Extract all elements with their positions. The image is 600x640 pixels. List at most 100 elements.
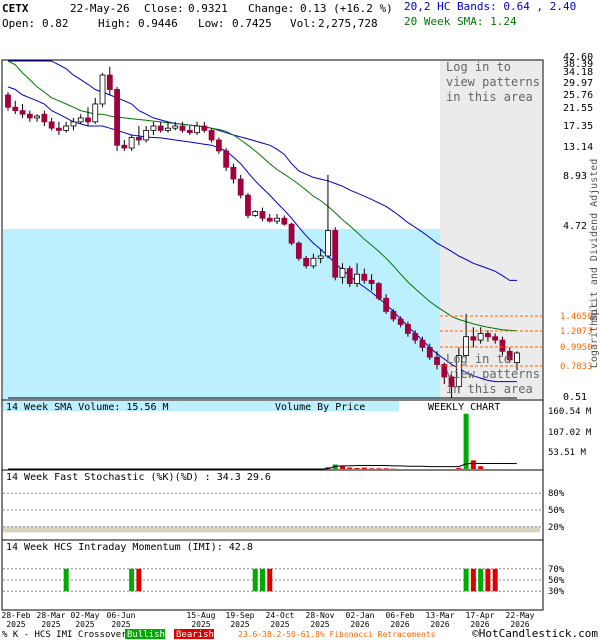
login-line-3: in this area — [446, 90, 533, 104]
vbp-title: Volume By Price — [275, 402, 365, 413]
logarithmic-label: Logarithmic — [589, 302, 600, 368]
x-axis-year-label: 2025 — [41, 620, 60, 629]
imi-crossover-signal — [463, 568, 469, 592]
header: CETX 22-May-26 Close: 0.9321 Change: 0.1… — [2, 0, 576, 30]
candle-body — [288, 223, 295, 244]
pattern-login-zone — [440, 61, 542, 399]
x-axis-year-label: 2025 — [230, 620, 249, 629]
x-axis-date-label: 28-Mar — [37, 611, 66, 620]
x-axis-year-label: 2026 — [390, 620, 409, 629]
candle-body — [179, 125, 186, 131]
candle-body — [92, 103, 99, 123]
imi-crossover-signal — [492, 568, 498, 592]
sma-label: 20 Week SMA: 1.24 — [404, 15, 517, 28]
volume-bar — [361, 467, 367, 469]
stochastic-oversold-zone — [3, 526, 540, 533]
price-tick-label: 34.18 — [563, 67, 593, 78]
volume-bar — [456, 467, 462, 469]
volume-by-price-zone — [3, 229, 440, 399]
candle-body — [48, 121, 55, 129]
candle-body — [383, 297, 390, 312]
candle-body — [325, 230, 331, 257]
candle-body — [295, 242, 302, 259]
candle-body — [419, 339, 426, 348]
login-line-6: in this area — [446, 382, 533, 396]
candle-body — [194, 125, 200, 134]
candle-body — [470, 336, 477, 341]
x-axis-date-label: 22-May — [506, 611, 535, 620]
candle-body — [201, 125, 208, 131]
candle-body — [245, 194, 251, 216]
candle-body — [426, 347, 433, 358]
imi-crossover-signal — [136, 568, 142, 592]
candle-body — [19, 110, 26, 115]
open-label: Open: — [2, 17, 35, 30]
candle-body — [492, 336, 499, 341]
candle-body — [106, 74, 113, 90]
stochastic-title: 14 Week Fast Stochastic (%K)(%D) : 34.3 … — [6, 472, 271, 483]
crossover-legend-label: % K - HCS IMI Crossover: — [2, 630, 132, 640]
candle-body — [252, 211, 259, 216]
candle-body — [70, 121, 77, 127]
fibonacci-level-label: 0.9950 — [560, 343, 593, 353]
candle-body — [230, 166, 237, 180]
x-axis-year-label: 2026 — [430, 620, 449, 629]
volume-tick-label: 53.51 M — [548, 448, 587, 458]
x-axis-date-label: 28-Feb — [2, 611, 31, 620]
candle-body — [477, 333, 484, 341]
volume-bar — [383, 468, 389, 469]
price-tick-label: 21.55 — [563, 103, 593, 114]
candle-body — [346, 268, 353, 285]
x-axis-date-label: 02-Jan — [346, 611, 375, 620]
x-axis-date-label: 13-Mar — [426, 611, 455, 620]
bullish-label: Bullish — [127, 630, 165, 640]
candle-body — [259, 211, 266, 219]
site-credit: ©HotCandlestick.com — [472, 627, 598, 640]
candle-body — [34, 115, 40, 119]
candle-body — [274, 217, 280, 222]
candle-body — [26, 113, 33, 119]
candle-body — [303, 257, 310, 267]
candle-body — [310, 257, 317, 267]
login-line-2: view patterns — [446, 75, 540, 89]
fibonacci-level-label: 1.2073 — [560, 327, 593, 337]
volume-bar — [376, 468, 382, 469]
imi-crossover-signal — [470, 568, 476, 592]
vol-value: 2,275,728 — [318, 17, 378, 30]
candle-body — [215, 139, 222, 152]
candle-body — [434, 356, 440, 365]
change-value: 0.13 (+16.2 %) — [300, 2, 393, 15]
x-axis-date-label: 06-Jun — [107, 611, 136, 620]
close-value: 0.9321 — [188, 2, 228, 15]
candle-body — [99, 74, 106, 105]
imi-crossover-signal — [63, 568, 69, 592]
high-value: 0.9446 — [138, 17, 178, 30]
x-axis-year-label: 2025 — [270, 620, 289, 629]
imi-crossover-signal — [267, 568, 273, 592]
price-tick-label: 25.76 — [563, 90, 593, 101]
candle-body — [150, 125, 157, 131]
price-tick-label: 29.97 — [563, 78, 593, 89]
candle-body — [41, 113, 48, 123]
volume-title: 14 Week SMA Volume: 15.56 M — [6, 402, 169, 413]
chart-canvas: CETX 22-May-26 Close: 0.9321 Change: 0.1… — [1, 0, 600, 640]
candle-body — [390, 311, 397, 320]
candle-body — [317, 255, 324, 259]
candle-body — [56, 127, 62, 131]
price-tick-label: 8.93 — [563, 171, 587, 182]
imi-tick-label: 70% — [548, 565, 565, 575]
ticker-symbol: CETX — [2, 2, 29, 15]
x-axis-date-label: 24-Oct — [266, 611, 295, 620]
candle-body — [223, 150, 230, 168]
candle-body — [186, 129, 193, 134]
login-line-1: Log in to — [446, 60, 511, 74]
candle-body — [412, 333, 419, 341]
volume-bar — [470, 460, 476, 469]
price-tick-label: 4.72 — [563, 221, 587, 232]
x-axis-year-label: 2025 — [191, 620, 210, 629]
imi-tick-label: 50% — [548, 576, 565, 586]
x-axis-date-label: 28-Nov — [306, 611, 335, 620]
x-axis-year-label: 2025 — [310, 620, 329, 629]
x-axis-year-label: 2025 — [6, 620, 25, 629]
stochastic-tick-label: 50% — [548, 506, 565, 516]
